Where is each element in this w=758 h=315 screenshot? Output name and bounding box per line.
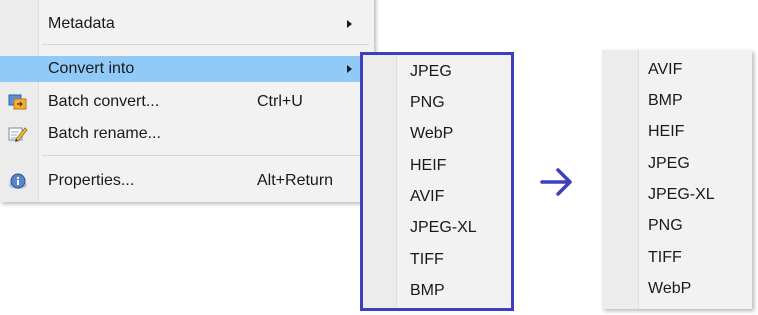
menu-item-label: Metadata	[48, 15, 115, 32]
submenu-item-label: JPEG-XL	[648, 186, 715, 203]
submenu-item-label: HEIF	[410, 157, 447, 174]
menu-item-label: Batch rename...	[48, 125, 161, 142]
submenu-item-label: AVIF	[648, 61, 683, 78]
submenu-arrow-icon	[347, 20, 352, 28]
submenu-item-avif[interactable]: AVIF	[360, 184, 514, 210]
submenu-item-label: JPEG	[648, 155, 690, 172]
submenu-item-webp[interactable]: WebP	[602, 276, 752, 302]
submenu-item-label: BMP	[410, 282, 445, 299]
submenu-item-label: BMP	[648, 92, 683, 109]
submenu-item-webp[interactable]: WebP	[360, 121, 514, 147]
convert-submenu-unsorted: JPEG PNG WebP HEIF AVIF JPEG-XL TIFF BMP	[360, 52, 514, 311]
menu-item-properties[interactable]: Properties... Alt+Return	[0, 168, 374, 194]
submenu-item-label: TIFF	[648, 249, 682, 266]
submenu-item-jpeg[interactable]: JPEG	[360, 59, 514, 85]
menu-item-batch-rename[interactable]: Batch rename...	[0, 121, 374, 147]
submenu-item-jpeg[interactable]: JPEG	[602, 151, 752, 177]
submenu-item-label: PNG	[648, 217, 683, 234]
submenu-item-label: JPEG-XL	[410, 219, 477, 236]
menu-item-shortcut: Ctrl+U	[257, 93, 303, 110]
submenu-item-label: WebP	[648, 280, 692, 297]
submenu-item-bmp[interactable]: BMP	[602, 88, 752, 114]
submenu-item-tiff[interactable]: TIFF	[360, 247, 514, 273]
submenu-item-label: PNG	[410, 94, 445, 111]
arrow-right-icon	[540, 168, 572, 196]
menu-separator	[42, 44, 369, 45]
batch-convert-icon	[8, 94, 27, 110]
submenu-item-heif[interactable]: HEIF	[360, 153, 514, 179]
menu-item-convert-into[interactable]: Convert into	[0, 56, 374, 82]
context-menu: Metadata Convert into Batch convert... C…	[0, 0, 374, 202]
submenu-item-label: JPEG	[410, 63, 452, 80]
submenu-item-bmp[interactable]: BMP	[360, 278, 514, 304]
batch-rename-icon	[8, 127, 28, 142]
menu-separator	[42, 155, 369, 156]
submenu-item-label: HEIF	[648, 123, 685, 140]
submenu-item-tiff[interactable]: TIFF	[602, 245, 752, 271]
submenu-item-jpeg-xl[interactable]: JPEG-XL	[602, 182, 752, 208]
menu-item-batch-convert[interactable]: Batch convert... Ctrl+U	[0, 89, 374, 115]
submenu-arrow-icon	[347, 65, 352, 73]
menu-item-shortcut: Alt+Return	[257, 172, 334, 189]
submenu-item-heif[interactable]: HEIF	[602, 119, 752, 145]
submenu-item-avif[interactable]: AVIF	[602, 57, 752, 83]
menu-item-label: Convert into	[48, 60, 135, 77]
menu-item-label: Batch convert...	[48, 93, 160, 110]
submenu-item-label: WebP	[410, 125, 454, 142]
submenu-item-png[interactable]: PNG	[360, 90, 514, 116]
convert-submenu-sorted: AVIF BMP HEIF JPEG JPEG-XL PNG TIFF WebP	[602, 50, 752, 309]
menu-item-label: Properties...	[48, 172, 135, 189]
menu-item-metadata[interactable]: Metadata	[0, 11, 374, 37]
submenu-item-label: TIFF	[410, 251, 444, 268]
submenu-item-jpeg-xl[interactable]: JPEG-XL	[360, 215, 514, 241]
properties-icon	[9, 173, 27, 189]
submenu-item-png[interactable]: PNG	[602, 213, 752, 239]
submenu-item-label: AVIF	[410, 188, 445, 205]
